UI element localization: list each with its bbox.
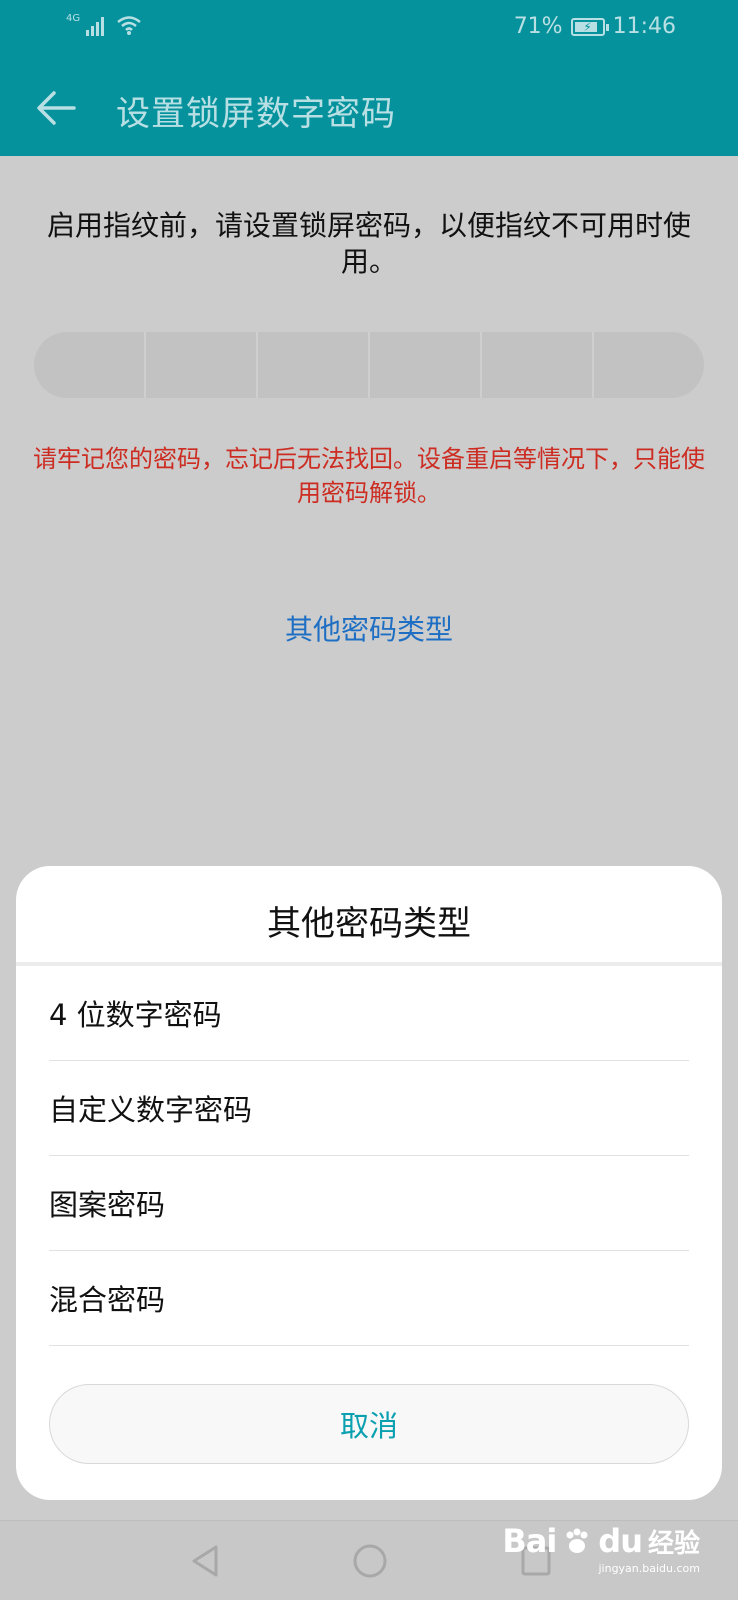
- paw-icon: [566, 1528, 588, 1553]
- option-pattern[interactable]: 图案密码: [49, 1156, 689, 1251]
- watermark-url: jingyan.baidu.com: [598, 1562, 700, 1575]
- option-4-digit-pin[interactable]: 4 位数字密码: [49, 966, 689, 1061]
- nav-home-icon[interactable]: [350, 1541, 390, 1581]
- pin-digit-cell: [146, 332, 258, 398]
- watermark-logo-suffix: du: [598, 1522, 643, 1560]
- pin-digit-cell: [370, 332, 482, 398]
- wifi-icon: [117, 16, 141, 35]
- back-arrow-icon[interactable]: [34, 86, 78, 130]
- battery-icon: ⚡: [570, 17, 609, 36]
- warning-text: 请牢记您的密码，忘记后无法找回。设备重启等情况下，只能使用密码解锁。: [33, 445, 705, 507]
- page-title: 设置锁屏数字密码: [116, 94, 396, 134]
- status-left: 4G: [66, 13, 142, 36]
- option-custom-pin[interactable]: 自定义数字密码: [49, 1061, 689, 1156]
- pin-input[interactable]: [34, 332, 704, 398]
- battery-percent: 71%: [513, 14, 563, 39]
- pin-digit-cell: [258, 332, 370, 398]
- baidu-jingyan-watermark: Bai du 经验 jingyan.baidu.com: [502, 1522, 700, 1575]
- nav-back-icon[interactable]: [186, 1541, 226, 1581]
- pin-digit-cell: [482, 332, 594, 398]
- screen: 4G 71% ⚡ 11:46 设置锁屏数字密码 启用指纹前，请设置锁屏密码，以便…: [0, 0, 738, 1600]
- option-mixed-password[interactable]: 混合密码: [49, 1251, 689, 1346]
- pin-digit-cell: [594, 332, 704, 398]
- password-type-sheet: 其他密码类型 4 位数字密码 自定义数字密码 图案密码 混合密码 取消: [16, 866, 722, 1500]
- other-password-types-link[interactable]: 其他密码类型: [0, 608, 738, 648]
- status-bar: 4G 71% ⚡ 11:46: [0, 0, 738, 56]
- status-right: 71% ⚡ 11:46: [514, 14, 676, 39]
- watermark-text: 经验: [647, 1528, 700, 1559]
- password-type-list: 4 位数字密码 自定义数字密码 图案密码 混合密码: [49, 966, 689, 1346]
- cancel-button[interactable]: 取消: [49, 1384, 689, 1464]
- pin-digit-cell: [34, 332, 146, 398]
- signal-icon: [86, 14, 105, 36]
- sheet-title: 其他密码类型: [267, 904, 471, 944]
- network-type: 4G: [66, 13, 81, 24]
- intro-text: 启用指纹前，请设置锁屏密码，以便指纹不可用时使用。: [46, 209, 691, 278]
- app-bar: 设置锁屏数字密码: [0, 56, 738, 156]
- watermark-logo: Bai: [502, 1522, 557, 1560]
- clock: 11:46: [612, 14, 676, 39]
